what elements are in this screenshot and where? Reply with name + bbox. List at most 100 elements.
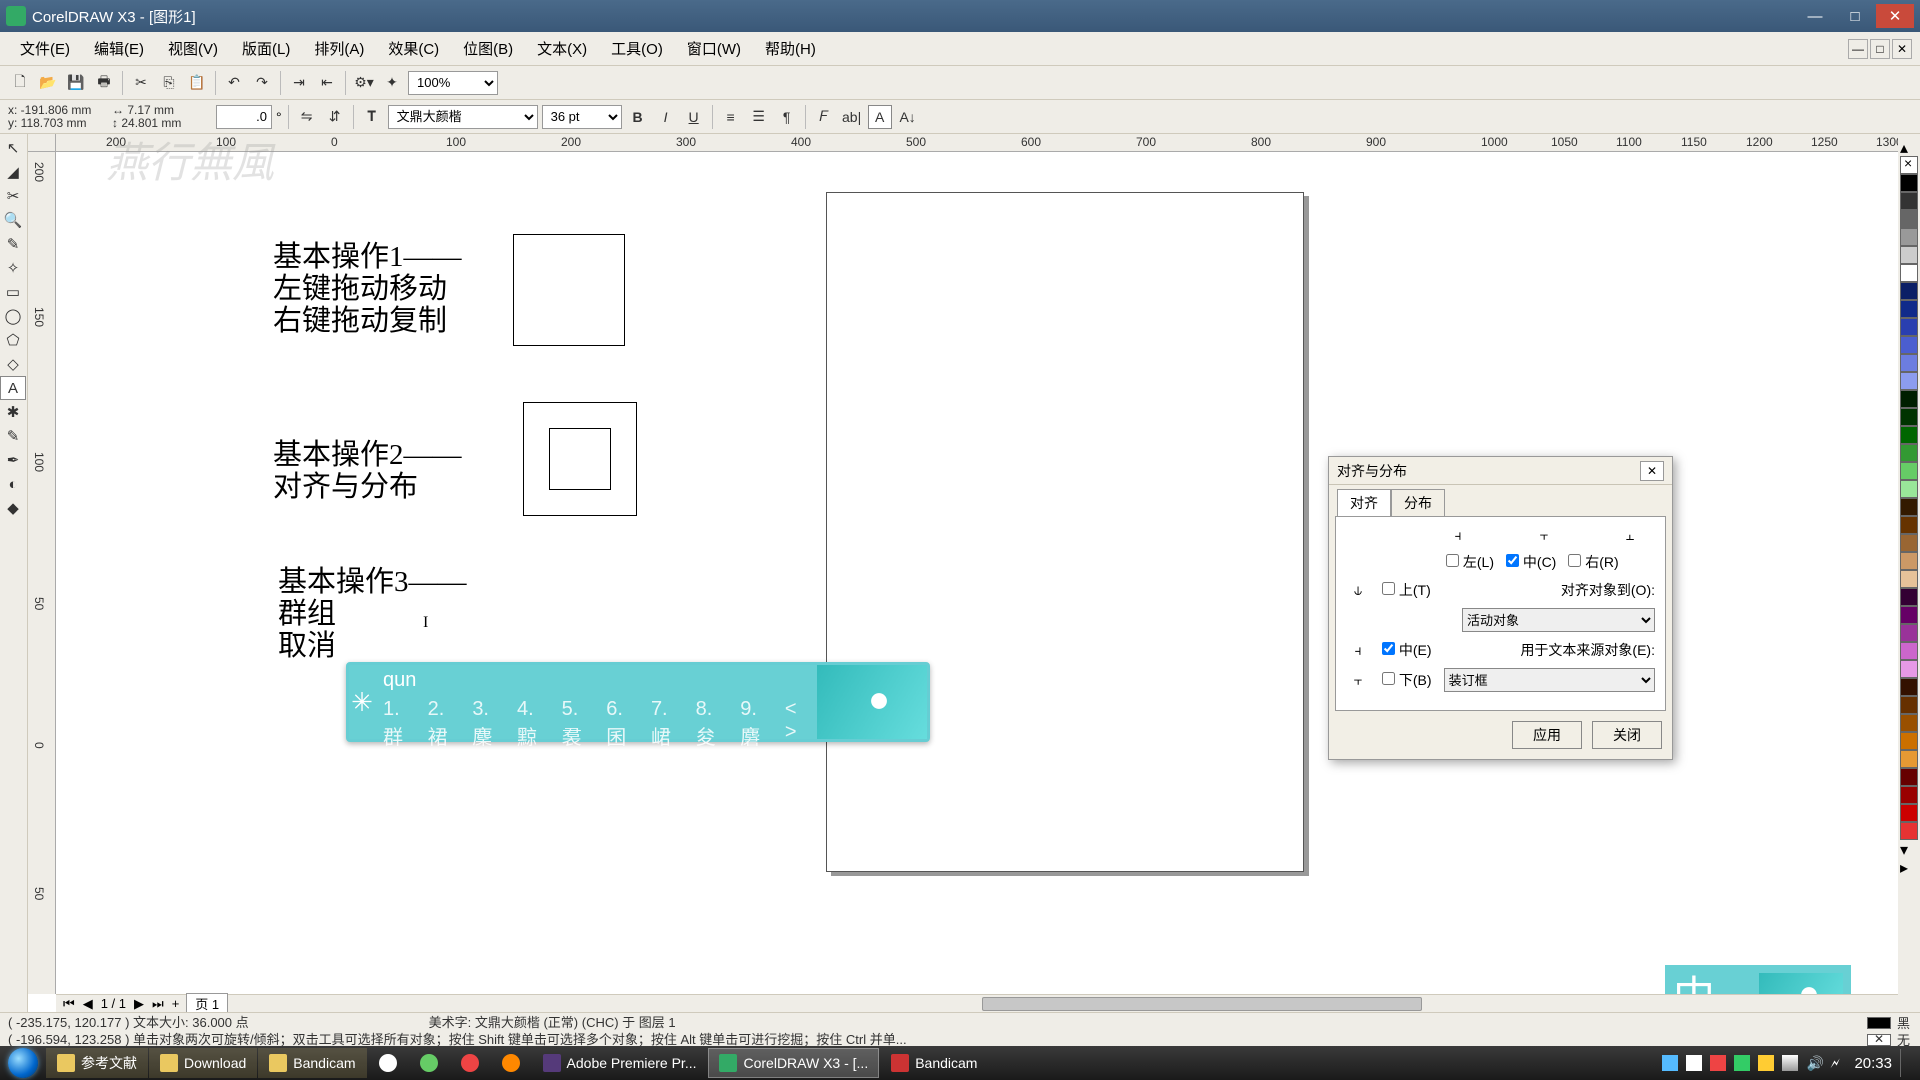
taskbar-task[interactable] <box>450 1048 490 1078</box>
align-right-check[interactable] <box>1568 554 1581 567</box>
color-swatch[interactable] <box>1900 804 1918 822</box>
color-swatch[interactable] <box>1900 516 1918 534</box>
print-icon[interactable]: 🖶 <box>92 71 116 95</box>
ime-cand-6[interactable]: 6.囷 <box>606 698 637 750</box>
import-icon[interactable]: ⇥ <box>287 71 311 95</box>
color-swatch[interactable] <box>1900 714 1918 732</box>
color-swatch[interactable] <box>1900 264 1918 282</box>
taskbar-task[interactable]: CorelDRAW X3 - [... <box>708 1048 879 1078</box>
color-swatch[interactable] <box>1900 210 1918 228</box>
tray-icon[interactable] <box>1758 1055 1774 1071</box>
color-swatch[interactable] <box>1900 444 1918 462</box>
vertical-ruler[interactable]: 200 150 100 50 0 50 <box>28 152 56 994</box>
ruler-origin[interactable] <box>28 134 56 152</box>
tray-icon[interactable] <box>1686 1055 1702 1071</box>
smart-tool-icon[interactable]: ✧ <box>0 256 26 280</box>
color-swatch[interactable] <box>1900 480 1918 498</box>
text-direction-h-icon[interactable]: A <box>868 105 892 129</box>
zoom-combo[interactable]: 100% <box>408 71 498 95</box>
copy-icon[interactable]: ⎘ <box>157 71 181 95</box>
taskbar-task[interactable] <box>491 1048 531 1078</box>
menu-tools[interactable]: 工具(O) <box>599 34 675 63</box>
color-none[interactable] <box>1900 156 1918 174</box>
paste-icon[interactable]: 📋 <box>185 71 209 95</box>
tray-volume-icon[interactable]: 🔊 <box>1806 1055 1822 1071</box>
tab-align[interactable]: 对齐 <box>1337 489 1391 516</box>
tray-battery-icon[interactable]: 🗲 <box>1830 1055 1846 1071</box>
export-icon[interactable]: ⇤ <box>315 71 339 95</box>
eyedropper-tool-icon[interactable]: ✎ <box>0 424 26 448</box>
ellipse-tool-icon[interactable]: ◯ <box>0 304 26 328</box>
taskbar-task[interactable]: Download <box>149 1048 257 1078</box>
color-swatch[interactable] <box>1900 642 1918 660</box>
mirror-h-icon[interactable]: ⇋ <box>295 105 319 129</box>
ime-cand-3[interactable]: 3.麇 <box>472 698 503 750</box>
palette-scroll-down[interactable]: ▾ <box>1900 840 1918 858</box>
color-swatch[interactable] <box>1900 570 1918 588</box>
page-tab[interactable]: 页 1 <box>186 993 228 1012</box>
taskbar-task[interactable]: Adobe Premiere Pr... <box>532 1048 708 1078</box>
menu-text[interactable]: 文本(X) <box>525 34 599 63</box>
text-tool-icon[interactable]: A <box>0 376 26 400</box>
palette-flyout[interactable]: ▸ <box>1900 858 1918 876</box>
color-swatch[interactable] <box>1900 336 1918 354</box>
add-page-button[interactable]: + <box>169 996 183 1011</box>
color-swatch[interactable] <box>1900 786 1918 804</box>
color-swatch[interactable] <box>1900 174 1918 192</box>
ime-cand-5[interactable]: 5.裠 <box>562 698 593 750</box>
text-direction-v-icon[interactable]: A↓ <box>896 105 920 129</box>
crop-tool-icon[interactable]: ✂ <box>0 184 26 208</box>
color-swatch[interactable] <box>1900 606 1918 624</box>
color-swatch[interactable] <box>1900 408 1918 426</box>
menu-view[interactable]: 视图(V) <box>156 34 230 63</box>
app-launcher-icon[interactable]: ⚙▾ <box>352 71 376 95</box>
color-swatch[interactable] <box>1900 696 1918 714</box>
color-swatch[interactable] <box>1900 624 1918 642</box>
ime-cand-8[interactable]: 8.夋 <box>696 698 727 750</box>
align-to-select[interactable]: 活动对象 <box>1462 608 1655 632</box>
close-button[interactable]: ✕ <box>1876 4 1914 28</box>
menu-file[interactable]: 文件(E) <box>8 34 82 63</box>
bold-icon[interactable]: B <box>626 105 650 129</box>
ime-mode-icon[interactable]: ✳ <box>349 665 375 739</box>
outline-tool-icon[interactable]: ✒ <box>0 448 26 472</box>
canvas-text-1[interactable]: 基本操作1—— 左键拖动移动 右键拖动复制 <box>273 241 462 337</box>
welcome-icon[interactable]: ✦ <box>380 71 404 95</box>
taskbar-task[interactable] <box>409 1048 449 1078</box>
mirror-v-icon[interactable]: ⇵ <box>323 105 347 129</box>
dialog-titlebar[interactable]: 对齐与分布 ✕ <box>1329 457 1672 485</box>
undo-icon[interactable]: ↶ <box>222 71 246 95</box>
font-family-combo[interactable]: 文鼎大颜楷 <box>388 105 538 129</box>
start-button[interactable] <box>0 1046 46 1080</box>
horizontal-ruler[interactable]: 200 100 0 100 200 300 400 500 600 700 80… <box>56 134 1902 152</box>
ime-cand-2[interactable]: 2.裙 <box>428 698 459 750</box>
ime-cand-9[interactable]: 9.麏 <box>740 698 771 750</box>
taskbar-task[interactable]: Bandicam <box>880 1048 988 1078</box>
basic-shapes-tool-icon[interactable]: ◇ <box>0 352 26 376</box>
cut-icon[interactable]: ✂ <box>129 71 153 95</box>
first-page-button[interactable]: ⏮ <box>60 996 78 1012</box>
canvas-text-2[interactable]: 基本操作2—— 对齐与分布 <box>273 439 462 503</box>
color-swatch[interactable] <box>1900 732 1918 750</box>
rectangle-tool-icon[interactable]: ▭ <box>0 280 26 304</box>
color-swatch[interactable] <box>1900 192 1918 210</box>
outline-swatch-icon[interactable] <box>1867 1034 1891 1046</box>
canvas-area[interactable]: 200 100 0 100 200 300 400 500 600 700 80… <box>28 134 1920 1012</box>
h-scroll-thumb[interactable] <box>982 997 1422 1011</box>
menu-layout[interactable]: 版面(L) <box>230 34 302 63</box>
canvas-text-3[interactable]: 基本操作3—— 群组 取消 <box>278 566 467 662</box>
underline-icon[interactable]: U <box>682 105 706 129</box>
text-source-select[interactable]: 装订框 <box>1444 668 1655 692</box>
close-button[interactable]: 关闭 <box>1592 721 1662 749</box>
page[interactable] <box>826 192 1304 872</box>
canvas-rect-1[interactable] <box>513 234 625 346</box>
last-page-button[interactable]: ⏭ <box>149 996 167 1012</box>
show-desktop-button[interactable] <box>1900 1049 1910 1077</box>
color-swatch[interactable] <box>1900 498 1918 516</box>
tray-icon[interactable] <box>1710 1055 1726 1071</box>
color-swatch[interactable] <box>1900 390 1918 408</box>
color-swatch[interactable] <box>1900 282 1918 300</box>
color-swatch[interactable] <box>1900 372 1918 390</box>
open-icon[interactable]: 📂 <box>36 71 60 95</box>
align-left-check[interactable] <box>1446 554 1459 567</box>
